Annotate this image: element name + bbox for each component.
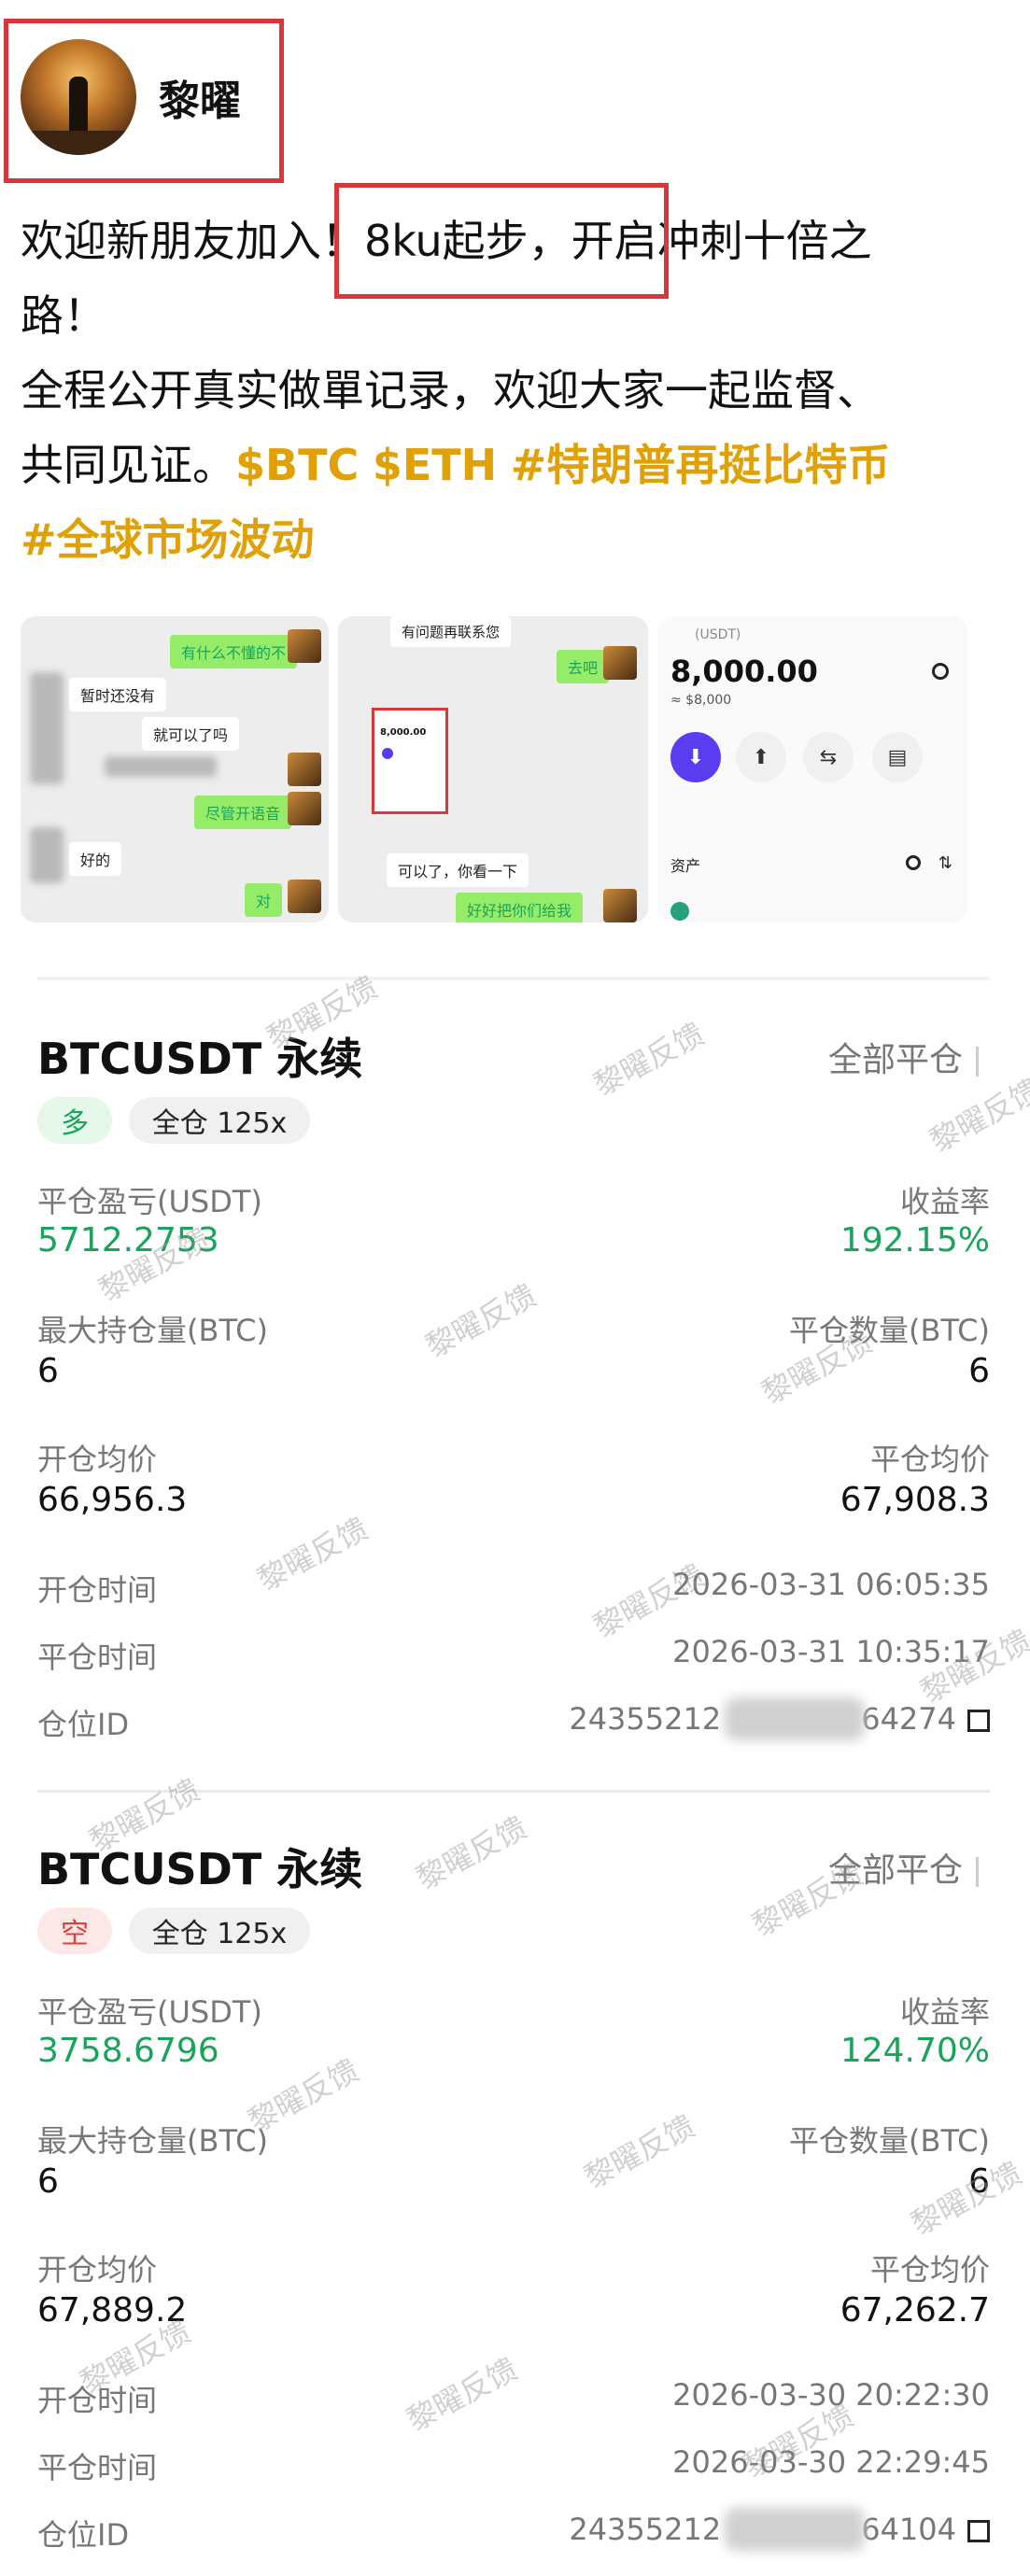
pnl-label: 平仓盈亏(USDT) [37,1994,262,2030]
position-id-label: 仓位ID [37,2517,130,2553]
symbol-title[interactable]: BTCUSDT 永续 [37,1025,362,1087]
withdraw-icon[interactable]: ⬆ [736,732,786,782]
close-qty-value: 6 [968,2162,990,2201]
pnl-label: 平仓盈亏(USDT) [37,1184,262,1219]
position-card-1: BTCUSDT 永续 全部平仓 多 全仓 125x 平仓盈亏(USDT) 收益率… [37,1025,990,1753]
image-gallery: 有什么不懂的不 暂时还没有 就可以了吗 尽管开语音 好的 对 有问题再联系您 去… [21,616,1010,922]
post-line-4-prefix: 共同见证。 [21,440,235,490]
close-avg-label: 平仓均价 [869,1442,990,1477]
open-avg-value: 67,889.2 [37,2291,188,2330]
close-qty-value: 6 [968,1352,990,1390]
chat-screenshot-2[interactable]: 有问题再联系您 去吧 8,000.00 可以了，你看一下 好好把你们给我 [338,616,648,922]
pnl-value: 5712.2753 [37,1221,219,1260]
chat-bubble: 去吧 [557,650,610,683]
max-hold-label: 最大持仓量(BTC) [37,2123,268,2159]
chat-bubble: 就可以了吗 [142,717,240,751]
margin-badge: 全仓 125x [129,1097,310,1144]
position-id-end: 64274 [861,1701,956,1737]
phone-thumb-amount: 8,000.00 [380,727,427,738]
chat-bubble: 尽管开语音 [194,795,292,829]
wallet-approx: ≈ $8,000 [670,693,732,708]
chat-bubble: 有问题再联系您 [390,616,512,647]
open-avg-label: 开仓均价 [37,1442,158,1477]
symbol-title[interactable]: BTCUSDT 永续 [37,1836,362,1897]
close-all-button[interactable]: 全部平仓 [828,1033,979,1081]
open-time-value: 2026-03-31 06:05:35 [672,1567,990,1602]
chat-bubble: 好好把你们给我 [456,893,584,922]
bill-icon[interactable]: ▤ [872,732,923,782]
tag-global-market[interactable]: #全球市场波动 [21,514,315,565]
wallet-assets-label: 资产 [670,857,701,875]
max-hold-value: 6 [37,1352,59,1390]
position-id-label: 仓位ID [37,1707,130,1742]
highlight-box-8ku [334,183,669,299]
filter-icon[interactable]: ⇅ [938,853,952,873]
close-time-value: 2026-03-31 10:35:17 [672,1634,990,1669]
post-line-4: 共同见证。$BTC $ETH #特朗普再挺比特币 [21,428,1010,502]
close-qty-label: 平仓数量(BTC) [789,2123,990,2159]
open-avg-value: 66,956.3 [37,1481,188,1519]
close-qty-label: 平仓数量(BTC) [789,1313,990,1348]
post-line-5: #全球市场波动 [21,502,1010,577]
position-id-start: 24355212 [569,1701,722,1737]
post-header: 黎曜 [0,0,1030,187]
copy-icon[interactable] [967,1710,990,1732]
wallet-header: (USDT) [695,627,741,642]
position-id-start: 24355212 [569,2512,722,2547]
chat-avatar [603,889,637,922]
wallet-screenshot[interactable]: (USDT) 8,000.00 ≈ $8,000 ⬇ ⬆ ⇆ ▤ 资产 ⇅ [657,616,967,922]
tag-eth[interactable]: $ETH [373,440,497,490]
highlight-box-profile [4,19,284,183]
open-avg-label: 开仓均价 [37,2252,158,2287]
chat-avatar [603,646,637,680]
tag-btc[interactable]: $BTC [235,440,359,490]
open-time-value: 2026-03-30 20:22:30 [672,2377,990,2413]
pnl-value: 3758.6796 [37,2032,219,2070]
roi-value: 124.70% [840,2032,990,2070]
deposit-icon[interactable]: ⬇ [670,732,721,782]
close-all-button[interactable]: 全部平仓 [828,1843,979,1892]
chat-avatar [288,629,321,663]
search-icon[interactable] [906,855,921,870]
close-avg-label: 平仓均价 [869,2252,990,2287]
max-hold-value: 6 [37,2162,59,2201]
roi-value: 192.15% [840,1221,990,1260]
position-card-2: BTCUSDT 永续 全部平仓 空 全仓 125x 平仓盈亏(USDT) 收益率… [37,1836,990,2564]
chat-screenshot-1[interactable]: 有什么不懂的不 暂时还没有 就可以了吗 尽管开语音 好的 对 [21,616,329,922]
section-divider [37,977,990,980]
chat-avatar [288,792,321,825]
chat-avatar [288,880,321,913]
chat-bubble: 有什么不懂的不 [170,635,298,669]
close-avg-value: 67,908.3 [840,1481,990,1519]
open-time-label: 开仓时间 [37,1572,158,1608]
chat-bubble: 对 [245,883,283,917]
redaction-smudge [725,2508,865,2551]
open-time-label: 开仓时间 [37,2383,158,2418]
transfer-icon[interactable]: ⇆ [803,732,854,782]
tag-trump-btc[interactable]: #特朗普再挺比特币 [511,440,891,490]
phone-screenshot-thumb: 8,000.00 [372,708,448,814]
side-badge-long: 多 [37,1097,112,1144]
close-time-label: 平仓时间 [37,1640,158,1675]
close-time-label: 平仓时间 [37,2450,158,2485]
roi-label: 收益率 [899,1184,990,1219]
max-hold-label: 最大持仓量(BTC) [37,1313,268,1348]
usdt-coin-icon [670,902,689,921]
copy-icon[interactable] [967,2520,990,2542]
chat-bubble: 暂时还没有 [69,678,167,711]
roi-label: 收益率 [899,1994,990,2030]
post-line-3: 全程公开真实做單记录，欢迎大家一起监督、 [21,365,880,415]
side-badge-short: 空 [37,1907,112,1954]
eye-icon[interactable] [932,663,949,680]
position-id-end: 64104 [861,2512,956,2547]
close-avg-value: 67,262.7 [840,2291,990,2330]
chat-avatar [288,753,321,786]
card-divider [37,1790,990,1793]
margin-badge: 全仓 125x [129,1907,310,1954]
wallet-amount: 8,000.00 [670,654,818,689]
chat-bubble: 可以了，你看一下 [387,853,529,887]
close-time-value: 2026-03-30 22:29:45 [672,2444,990,2480]
chat-bubble: 好的 [69,842,122,876]
redaction-smudge [725,1697,865,1740]
